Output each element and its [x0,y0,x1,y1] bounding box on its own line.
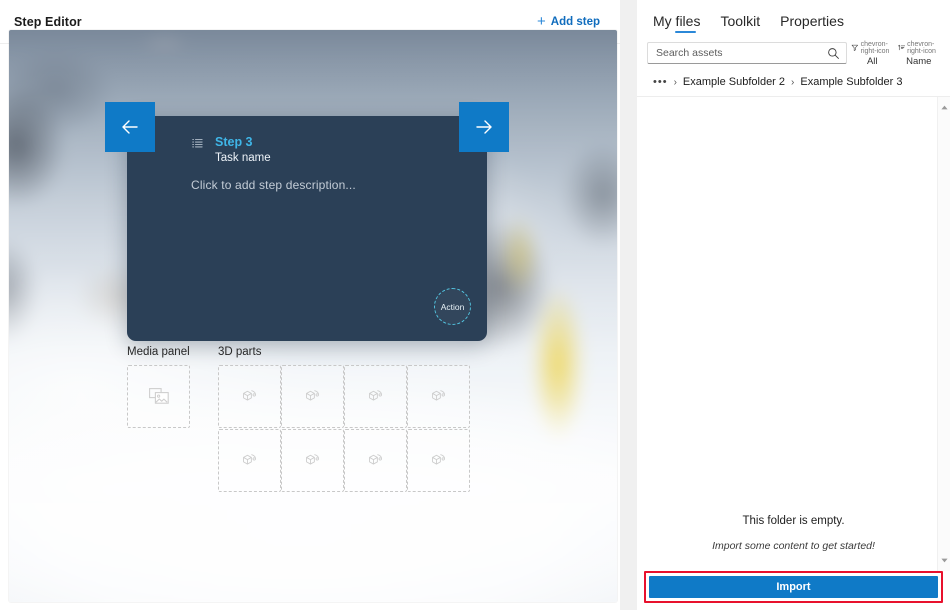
image-placeholder-icon [149,388,169,405]
cube-3d-icon [367,388,384,405]
media-panel-group: Media panel [127,346,190,492]
arrow-right-icon [472,115,496,139]
empty-folder-title: This folder is empty. [742,515,844,527]
chevron-right-icon: chevron-right-icon [907,41,940,55]
asset-panels-row: Media panel 3D parts [127,346,470,492]
list-icon [191,137,204,155]
tab-toolkit[interactable]: Toolkit [720,13,760,33]
part-slot[interactable] [344,429,407,492]
step-editor-pane: Step Editor + Add step [0,0,620,610]
cube-3d-icon [430,388,447,405]
filter-label: All [867,56,878,67]
scroll-up-arrow-icon[interactable] [940,103,949,112]
search-icon [827,47,840,65]
tab-properties[interactable]: Properties [780,13,844,33]
search-and-filter-row: chevron-right-icon All chevron-right-ico… [637,33,950,67]
part-slot[interactable] [407,365,470,428]
part-slot[interactable] [344,365,407,428]
chevron-right-icon: chevron-right-icon [861,41,894,55]
breadcrumb-separator-icon: › [791,77,794,88]
part-slot[interactable] [281,365,344,428]
cube-3d-icon [304,452,321,469]
scrollbar[interactable] [937,97,950,571]
sort-label: Name [906,56,931,67]
search-input[interactable] [656,47,824,59]
app-window: Step Editor + Add step [0,0,950,610]
part-slot[interactable] [218,365,281,428]
import-button[interactable]: Import [649,576,938,598]
cube-3d-icon [241,388,258,405]
plus-icon: + [537,14,546,29]
pane-divider [620,0,637,610]
scroll-down-arrow-icon[interactable] [940,556,949,565]
breadcrumb: ••• › Example Subfolder 2 › Example Subfolde… [637,67,950,96]
part-slot[interactable] [407,429,470,492]
step-number-label: Step 3 [215,134,271,150]
step-card-header: Step 3 Task name [191,134,271,167]
part-slot[interactable] [281,429,344,492]
assets-panel-tabs: My files Toolkit Properties [637,0,950,33]
sort-glyph: chevron-right-icon [898,40,941,55]
breadcrumb-item[interactable]: Example Subfolder 3 [800,76,902,88]
step-description-field[interactable]: Click to add step description... [191,178,356,192]
empty-folder-subtitle: Import some content to get started! [712,540,875,552]
breadcrumb-item[interactable]: Example Subfolder 2 [683,76,785,88]
action-label: Action [441,302,465,312]
sort-button[interactable]: chevron-right-icon Name [898,39,941,67]
add-step-label: Add step [551,16,600,28]
filter-glyph: chevron-right-icon [851,40,894,55]
parts-panel-label: 3D parts [218,346,470,358]
cube-3d-icon [430,452,447,469]
sort-icon [898,41,906,54]
next-step-button[interactable] [459,102,509,152]
arrow-left-icon [118,115,142,139]
search-box[interactable] [647,42,847,64]
parts-row [218,365,470,428]
parts-row [218,429,470,492]
previous-step-button[interactable] [105,102,155,152]
media-panel-label: Media panel [127,346,190,358]
parts-grid [218,365,470,492]
file-list-area[interactable]: This folder is empty. Import some conten… [637,96,950,571]
cube-3d-icon [241,452,258,469]
step-card[interactable]: Step 3 Task name Click to add step descr… [127,116,487,341]
parts-panel-group: 3D parts [218,346,470,492]
part-slot[interactable] [218,429,281,492]
import-highlight-box: Import [644,571,943,603]
action-button[interactable]: Action [434,288,471,325]
breadcrumb-separator-icon: › [674,77,677,88]
assets-panel: My files Toolkit Properties chevron-right-… [637,0,950,610]
tab-my-files[interactable]: My files [653,13,700,33]
add-step-button[interactable]: + Add step [531,11,606,32]
cube-3d-icon [367,452,384,469]
media-panel-slot[interactable] [127,365,190,428]
filter-button[interactable]: chevron-right-icon All [851,39,894,67]
breadcrumb-overflow-button[interactable]: ••• [653,76,668,88]
task-name-field[interactable]: Task name [215,150,271,167]
page-title: Step Editor [14,15,82,29]
cube-3d-icon [304,388,321,405]
filter-icon [851,41,859,54]
editor-canvas[interactable]: Step 3 Task name Click to add step descr… [9,30,617,602]
